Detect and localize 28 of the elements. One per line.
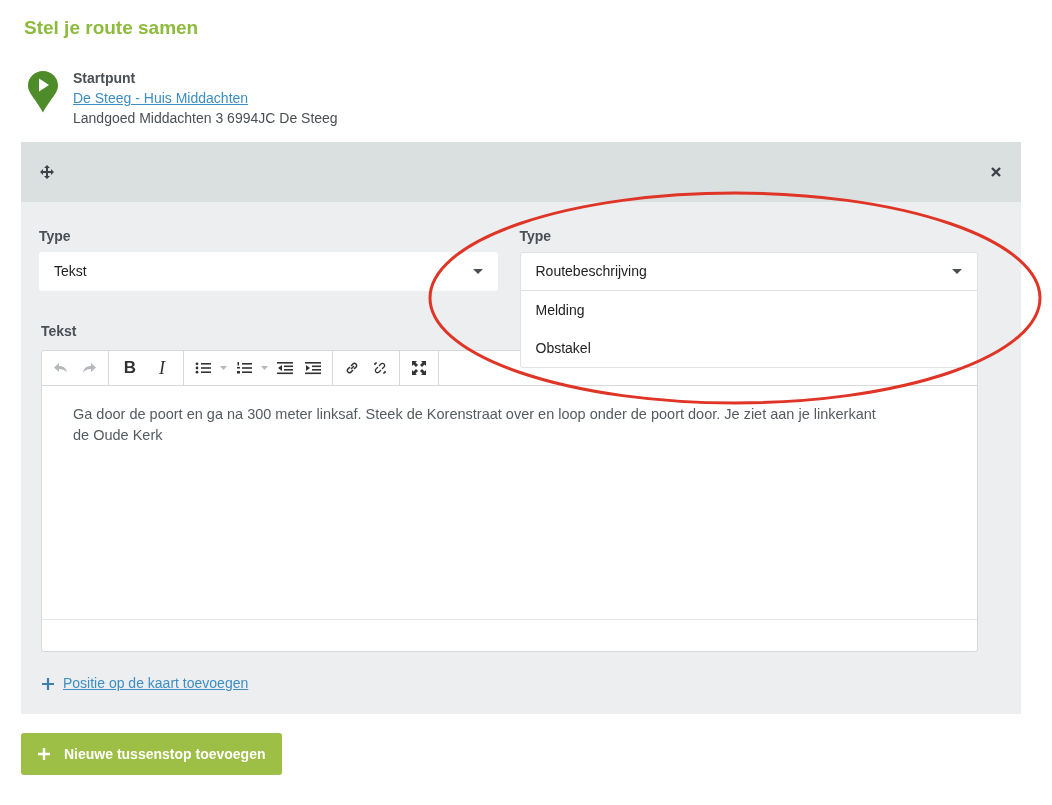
field-label: Tekst xyxy=(41,322,77,341)
page-title: Stel je route samen xyxy=(23,16,200,40)
startpoint-label: Startpunt xyxy=(73,69,137,88)
editor-content: Ga door de poort en ga na 300 meter linksaf. Steek de Korenstraat over en loop onder de poort door. Je ziet aan je linkerkant de Oude Kerk xyxy=(42,386,977,620)
field-label: Type xyxy=(519,227,552,244)
italic-button[interactable]: I xyxy=(147,355,177,381)
type-select[interactable]: Routebeschrijving xyxy=(519,252,978,291)
caret-icon xyxy=(952,268,962,275)
dropdown-option[interactable]: Melding xyxy=(520,291,977,329)
numbered-list-icon[interactable] xyxy=(236,360,252,376)
field-label: Type xyxy=(39,227,72,244)
link-icon[interactable] xyxy=(344,360,360,376)
map-pin-icon xyxy=(27,70,59,114)
close-icon[interactable] xyxy=(990,166,1002,178)
bold-button[interactable]: B xyxy=(115,355,145,381)
bullet-list-icon[interactable] xyxy=(195,360,211,376)
startpoint-link[interactable]: De Steeg - Huis Middachten xyxy=(73,88,249,108)
unlink-icon[interactable] xyxy=(372,360,388,376)
caret-icon xyxy=(472,268,483,275)
indent-icon[interactable] xyxy=(305,360,321,376)
type-select[interactable]: Tekst xyxy=(39,252,498,291)
outdent-icon[interactable] xyxy=(277,360,293,376)
startpoint-address: Landgoed Middachten 3 6994JC De Steeg xyxy=(73,109,338,128)
fullscreen-icon[interactable] xyxy=(411,360,427,376)
dropdown-option[interactable]: Obstakel xyxy=(520,329,977,367)
plus-icon xyxy=(38,748,50,760)
move-icon[interactable] xyxy=(40,165,54,179)
plus-icon xyxy=(42,677,54,690)
